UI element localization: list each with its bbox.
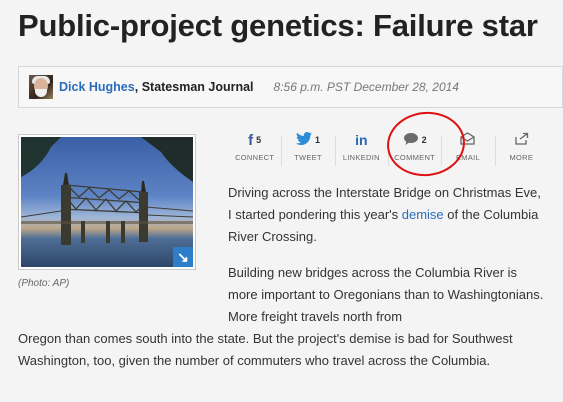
facebook-label: CONNECT xyxy=(235,153,275,162)
share-toolbar: f 5 CONNECT 1 TWEET in LINKEDIN 2 COMMEN… xyxy=(228,130,548,170)
twitter-share-button[interactable]: 1 TWEET xyxy=(281,130,334,170)
linkedin-label: LINKEDIN xyxy=(342,153,380,162)
more-label: MORE xyxy=(509,153,534,162)
more-share-button[interactable]: MORE xyxy=(494,130,548,170)
linkedin-share-button[interactable]: in LINKEDIN xyxy=(334,130,388,170)
twitter-icon xyxy=(295,131,312,149)
outlet-name: Statesman Journal xyxy=(141,80,254,94)
comment-label: COMMENT xyxy=(394,153,436,162)
author-link[interactable]: Dick Hughes xyxy=(59,80,135,94)
article-photo[interactable]: ↘ xyxy=(18,134,196,270)
facebook-share-button[interactable]: f 5 CONNECT xyxy=(228,130,281,170)
linkedin-icon: in xyxy=(355,132,368,148)
comment-count: 2 xyxy=(421,135,427,145)
demise-link[interactable]: demise xyxy=(402,207,444,222)
photo-caption: (Photo: AP) xyxy=(18,278,70,289)
body-paragraph-1: Driving across the Interstate Bridge on … xyxy=(228,182,548,248)
facebook-count: 5 xyxy=(256,135,262,145)
comment-bubble-icon xyxy=(403,132,419,149)
twitter-count: 1 xyxy=(314,135,320,145)
article-headline: Public-project genetics: Failure star xyxy=(18,8,538,43)
expand-photo-icon[interactable]: ↘ xyxy=(173,247,193,267)
facebook-icon: f xyxy=(248,131,254,149)
body-paragraph-2-continued: Oregon than comes south into the state. … xyxy=(18,331,513,368)
twitter-label: TWEET xyxy=(294,153,322,162)
email-label: EMAIL xyxy=(455,153,480,162)
byline-bar: Dick Hughes , Statesman Journal 8:56 p.m… xyxy=(18,66,563,108)
share-arrow-icon xyxy=(514,132,529,148)
author-avatar[interactable] xyxy=(29,75,53,99)
envelope-icon xyxy=(460,132,476,148)
bridge-image: ↘ xyxy=(21,137,193,267)
publish-timestamp: 8:56 p.m. PST December 28, 2014 xyxy=(273,80,459,94)
body-paragraph-2: Building new bridges across the Columbia… xyxy=(228,265,544,324)
email-share-button[interactable]: EMAIL xyxy=(441,130,494,170)
comment-button[interactable]: 2 COMMENT xyxy=(387,130,441,170)
